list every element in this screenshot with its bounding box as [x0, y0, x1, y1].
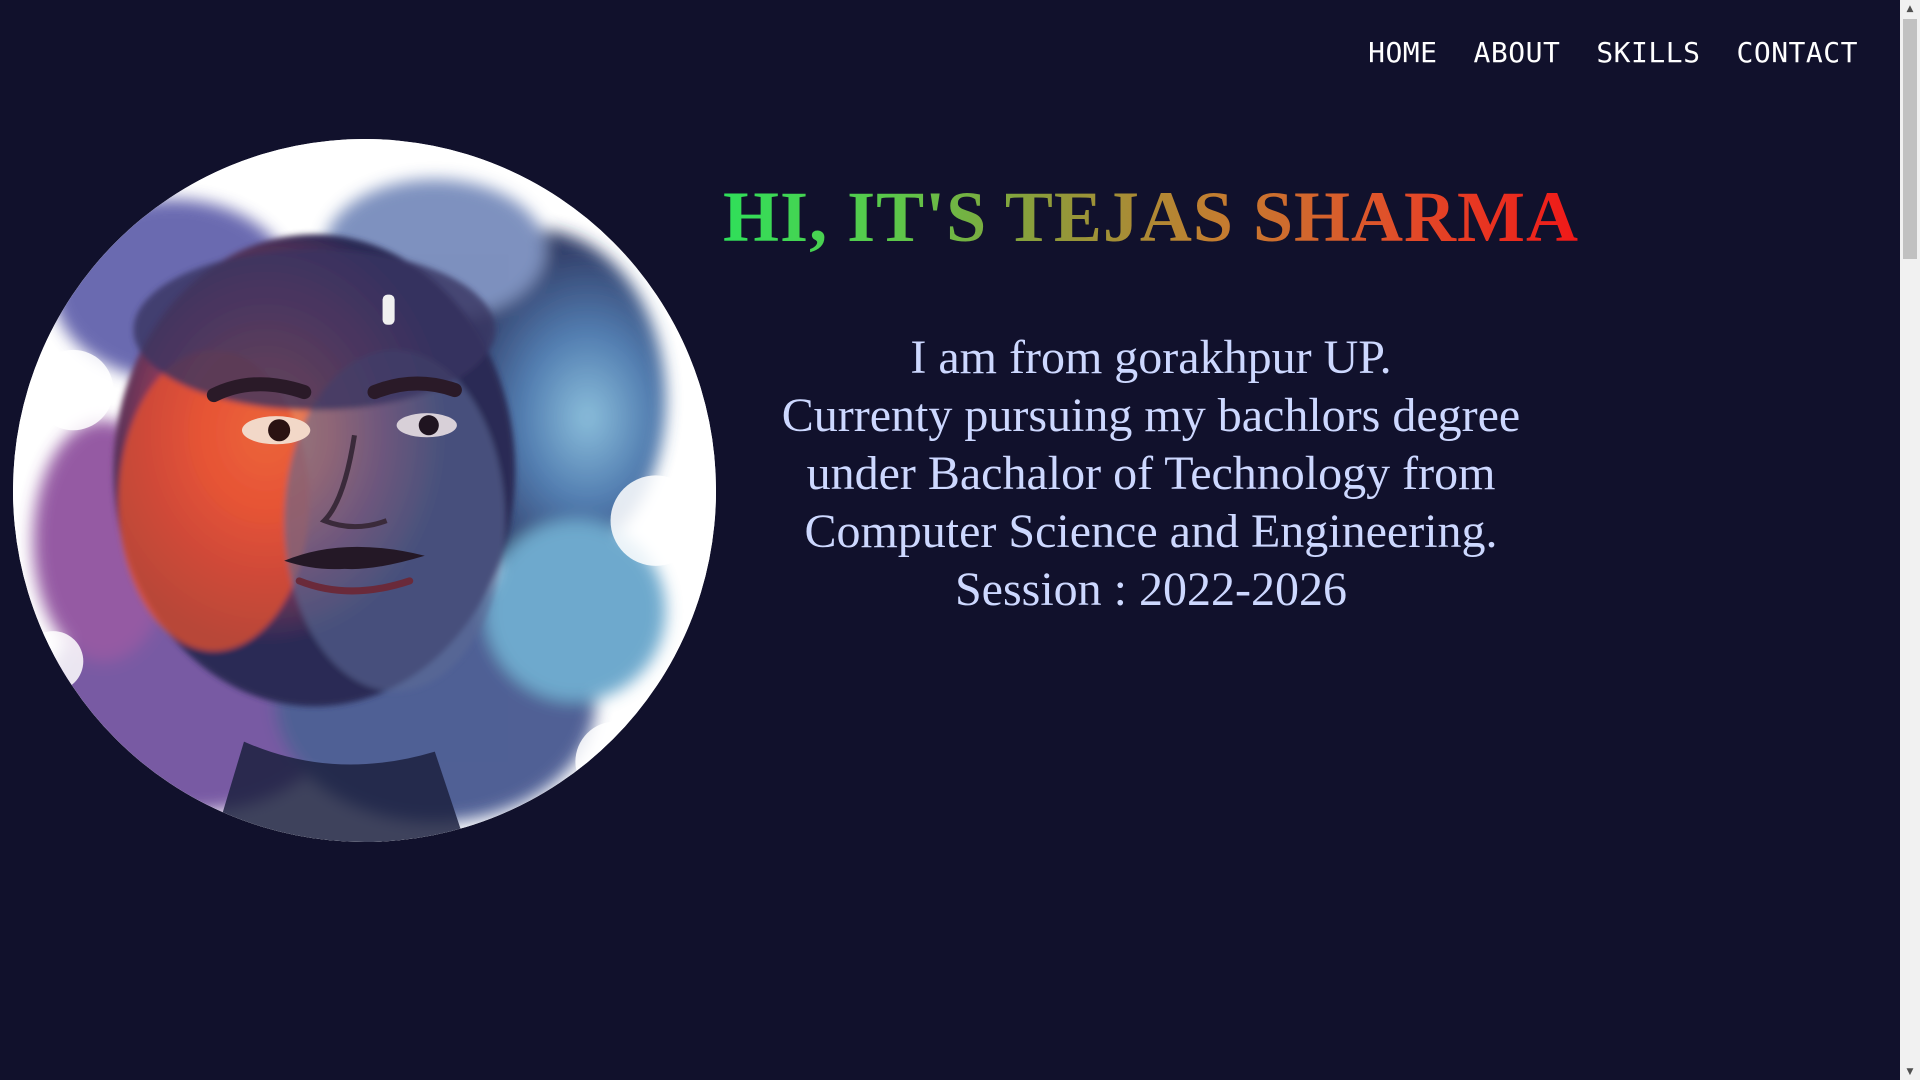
- description-line: I am from gorakhpur UP.: [910, 331, 1392, 384]
- page-scrollbar[interactable]: ▲ ▼: [1900, 0, 1920, 1080]
- description-line: under Bachalor of Technology from: [806, 447, 1496, 500]
- description-line: Currenty pursuing my bachlors degree: [781, 389, 1521, 442]
- nav-home-link[interactable]: HOME: [1368, 36, 1437, 69]
- hero-section: HI, IT'S TEJAS SHARMA I am from gorakhpu…: [716, 175, 1586, 619]
- profile-photo-art: [13, 139, 716, 842]
- description-line: Session : 2022-2026: [954, 563, 1347, 616]
- page: HOME ABOUT SKILLS CONTACT HI, IT'S TEJAS…: [0, 0, 1920, 1080]
- scroll-down-arrow-icon[interactable]: ▼: [1900, 1063, 1920, 1080]
- hero-title: HI, IT'S TEJAS SHARMA: [723, 177, 1579, 257]
- scroll-up-arrow-icon[interactable]: ▲: [1900, 0, 1920, 17]
- nav-contact-link[interactable]: CONTACT: [1736, 36, 1858, 69]
- profile-photo: [13, 139, 716, 842]
- nav-skills-link[interactable]: SKILLS: [1596, 36, 1700, 69]
- nav-about-link[interactable]: ABOUT: [1474, 36, 1561, 69]
- top-nav: HOME ABOUT SKILLS CONTACT: [1368, 36, 1858, 69]
- scrollbar-thumb[interactable]: [1903, 19, 1917, 259]
- hero-description: I am from gorakhpur UP. Currenty pursuin…: [716, 329, 1586, 619]
- description-line: Computer Science and Engineering.: [804, 505, 1498, 558]
